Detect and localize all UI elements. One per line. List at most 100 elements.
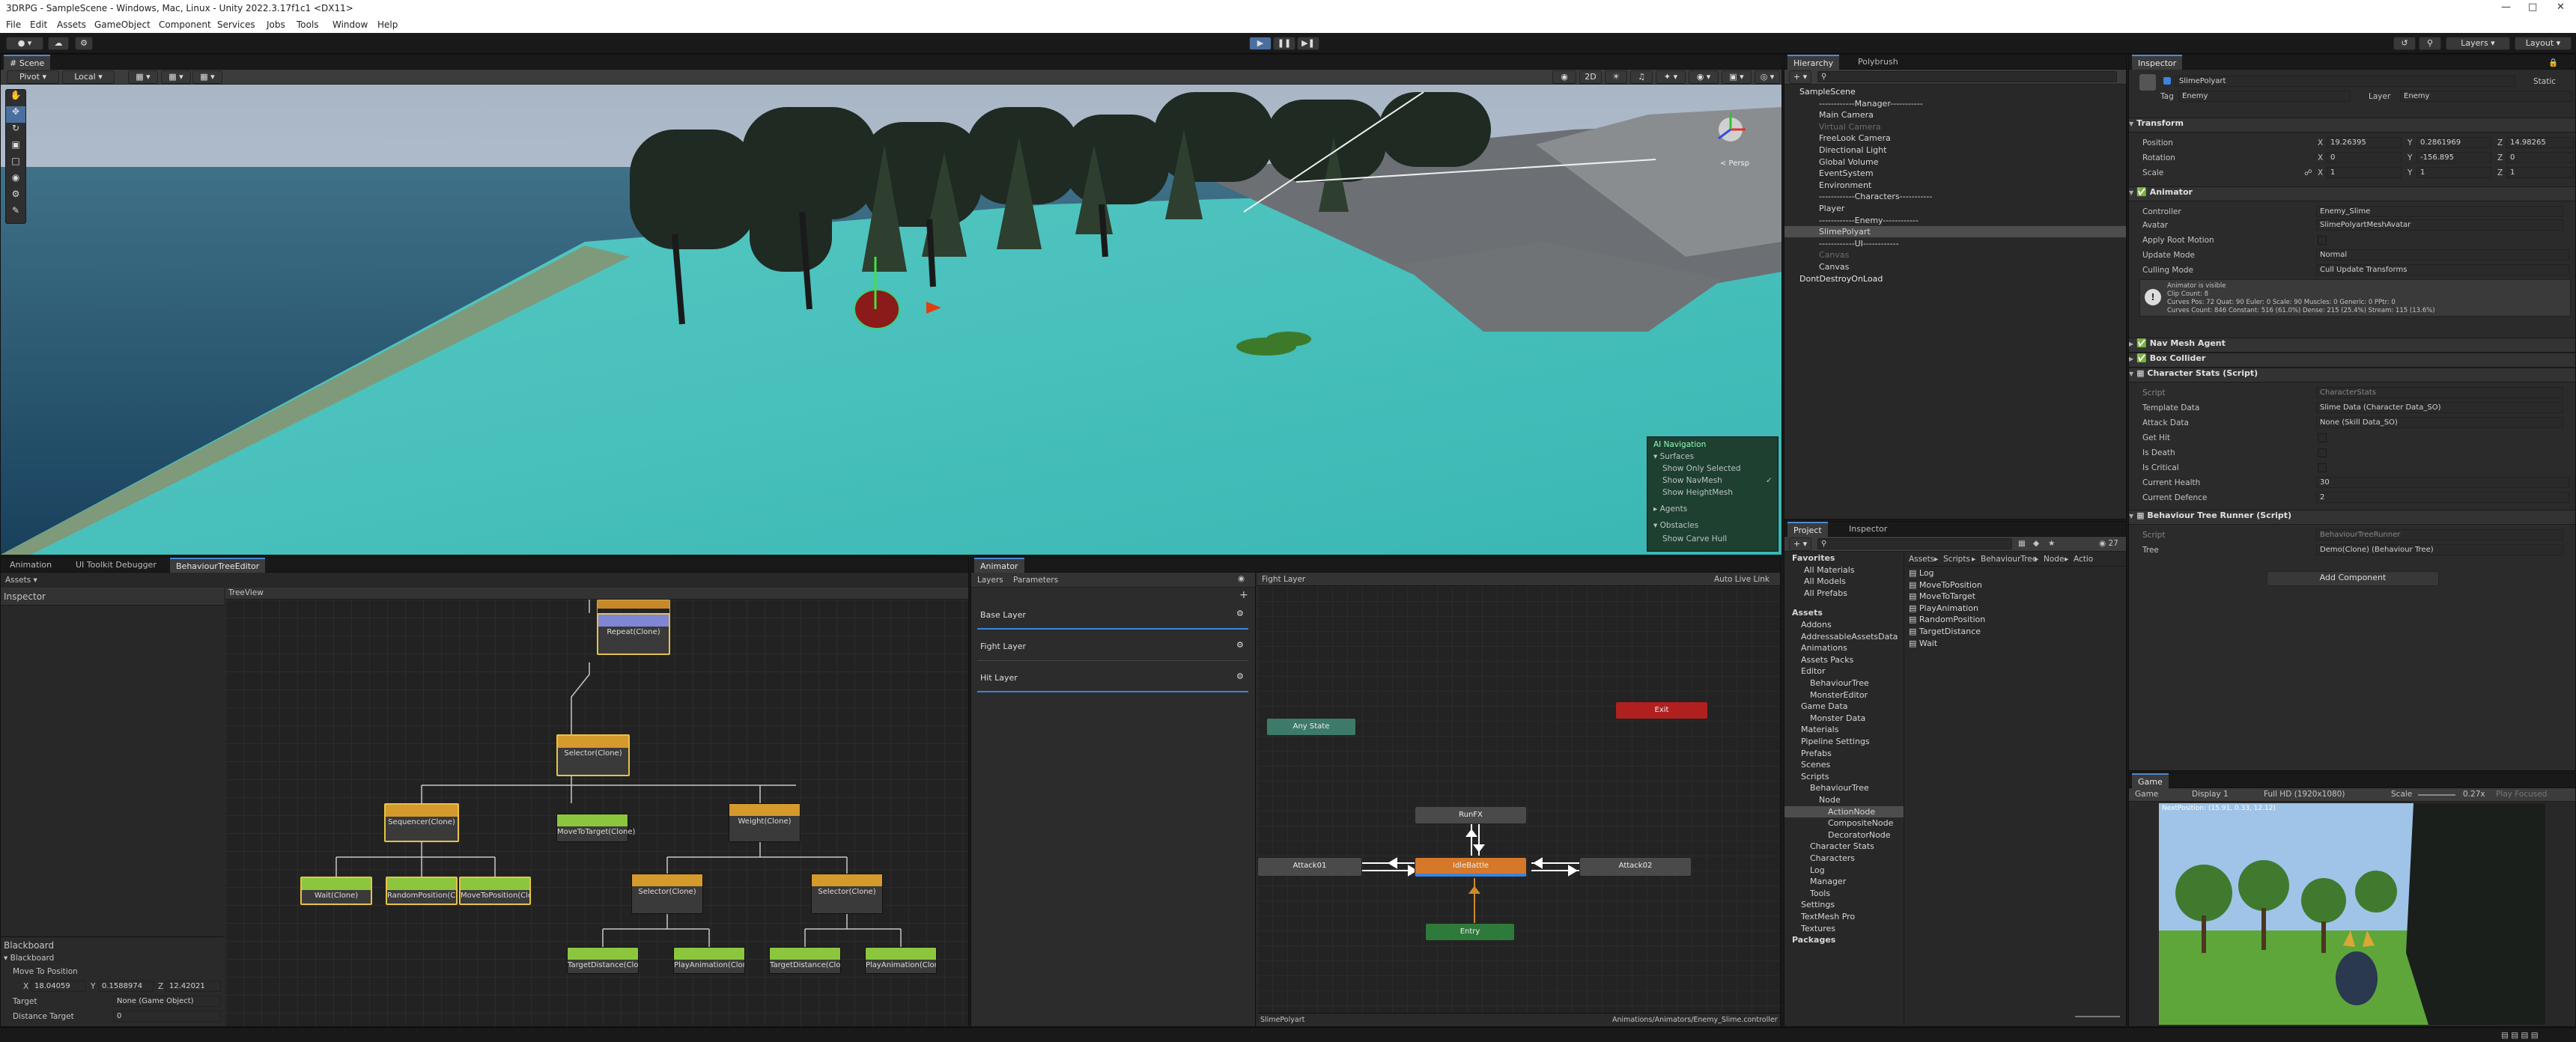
add-component-button[interactable]: Add Component	[2267, 571, 2439, 586]
controller-field[interactable]: Enemy_Slime	[2316, 206, 2563, 217]
get-hit-checkbox[interactable]	[2318, 433, 2327, 442]
nav-mesh-agent-header[interactable]: ▶ ✅ Nav Mesh Agent	[2129, 338, 2575, 353]
bt-node-repeat[interactable]: Repeat(Clone)	[597, 613, 670, 655]
bt-node-playanimation-a[interactable]: PlayAnimation(Clone)	[673, 947, 745, 974]
update-mode-dropdown[interactable]: Normal	[2316, 249, 2569, 260]
project-file[interactable]: ▤ MoveToPosition	[1909, 580, 1982, 590]
pause-button[interactable]: ❚❚	[1273, 37, 1295, 50]
hierarchy-item[interactable]: Player	[1784, 203, 2126, 214]
hierarchy-item[interactable]: DontDestroyOnLoad	[1784, 273, 2126, 284]
maximize-icon[interactable]: □	[2528, 1, 2537, 13]
attack-data-field[interactable]: None (Skill Data_SO)	[2316, 417, 2563, 428]
project-folder[interactable]: BehaviourTree	[1784, 782, 1904, 793]
transform-header[interactable]: ▼ Transform	[2129, 118, 2575, 132]
hand-tool-icon[interactable]: ✋	[6, 90, 25, 106]
project-folder[interactable]: Textures	[1784, 923, 1904, 934]
assets-menu[interactable]: Assets ▾	[5, 576, 37, 585]
position-y-field[interactable]: 0.2861969	[2416, 137, 2491, 148]
template-data-field[interactable]: Slime Data (Character Data_SO)	[2316, 402, 2563, 413]
move-to-z-field[interactable]: 12.42021	[165, 981, 221, 992]
icon-size-slider[interactable]	[2075, 1016, 2120, 1017]
menu-jobs[interactable]: Jobs	[267, 19, 285, 30]
rotation-y-field[interactable]: -156.895	[2416, 152, 2491, 163]
distance-target-field[interactable]: 0	[113, 1011, 221, 1022]
menu-services[interactable]: Services	[217, 19, 255, 30]
step-button[interactable]: ▶❚	[1297, 37, 1319, 50]
tree-field[interactable]: Demo(Clone) (Behaviour Tree)	[2316, 544, 2563, 555]
project-folder[interactable]: Scripts	[1784, 771, 1904, 782]
hierarchy-item[interactable]: Global Volume	[1784, 156, 2126, 168]
project-folder[interactable]: Addons	[1784, 619, 1904, 630]
menu-window[interactable]: Window	[332, 19, 368, 30]
hierarchy-item[interactable]: EventSystem	[1784, 168, 2126, 179]
project-folder[interactable]: Animations	[1784, 642, 1904, 653]
project-folder[interactable]: Materials	[1784, 724, 1904, 735]
transform-tool-icon[interactable]: ◉	[6, 172, 25, 189]
favorite-icon[interactable]: ★	[2048, 539, 2055, 548]
move-to-y-field[interactable]: 0.1588974	[98, 981, 154, 992]
persp-label[interactable]: < Persp	[1720, 159, 1749, 168]
project-folder[interactable]: Settings	[1784, 899, 1904, 910]
project-folder[interactable]: TextMesh Pro	[1784, 911, 1904, 922]
layer-base[interactable]: Base Layer ⚙	[977, 601, 1248, 630]
filter-type-icon[interactable]: ▦	[2018, 539, 2026, 548]
hierarchy-search-input[interactable]: ⚲	[1817, 71, 2117, 82]
scale-y-field[interactable]: 1	[2416, 167, 2491, 178]
tab-animation[interactable]: Animation	[4, 558, 58, 573]
object-name-field[interactable]: SlimePolyart	[2175, 76, 2515, 87]
game-mode-dropdown[interactable]: Game	[2135, 790, 2158, 799]
bt-node-targetdistance-a[interactable]: TargetDistance(Clone)	[567, 947, 639, 974]
hidden-objects-icon[interactable]: ◉ ▾	[1689, 70, 1719, 84]
project-folder[interactable]: Editor	[1784, 665, 1904, 677]
hierarchy-item[interactable]: Canvas	[1784, 261, 2126, 272]
favorite-item[interactable]: All Prefabs	[1804, 588, 1847, 598]
project-file[interactable]: ▤ Log	[1909, 568, 1934, 578]
tab-polybrush[interactable]: Polybrush	[1852, 55, 1904, 70]
current-defence-field[interactable]: 2	[2316, 492, 2569, 503]
close-icon[interactable]: ✕	[2557, 1, 2565, 13]
menu-file[interactable]: File	[6, 19, 21, 30]
state-idle-battle[interactable]: IdleBattle	[1415, 857, 1527, 877]
project-folder[interactable]: ActionNode	[1784, 805, 1904, 817]
account-button[interactable]: ● ▾	[6, 37, 43, 50]
game-viewport[interactable]: NextPosition: (15.91, 0.33, 12.12)	[2159, 803, 2545, 1025]
snap-increment-button[interactable]: ▦ ▾	[161, 70, 191, 84]
audio-icon[interactable]: ♫	[1630, 70, 1653, 84]
create-button[interactable]: + ▾	[1789, 70, 1811, 84]
bt-node-selector-b[interactable]: Selector(Clone)	[811, 874, 883, 914]
grid-snap-button[interactable]: ▦ ▾	[128, 70, 158, 84]
menu-edit[interactable]: Edit	[30, 19, 47, 30]
tab-ui-toolkit-debugger[interactable]: UI Toolkit Debugger	[70, 558, 162, 573]
hierarchy-item[interactable]: Virtual Camera	[1784, 121, 2126, 132]
custom-tool-icon[interactable]: ⚙	[6, 189, 25, 205]
add-layer-button[interactable]: +	[1239, 589, 1248, 601]
project-folder[interactable]: Game Data	[1784, 701, 1904, 712]
obstacles-foldout[interactable]: ▾ Obstacles	[1653, 521, 1698, 530]
project-folder[interactable]: Manager	[1784, 876, 1904, 887]
project-file[interactable]: ▤ PlayAnimation	[1909, 603, 1978, 613]
bt-node-sequencer[interactable]: Sequencer(Clone)	[384, 803, 459, 842]
animator-header[interactable]: ▼ ✅ Animator	[2129, 186, 2575, 201]
rotate-tool-icon[interactable]: ↻	[6, 123, 25, 139]
menu-component[interactable]: Component	[159, 19, 211, 30]
scale-z-field[interactable]: 1	[2506, 167, 2574, 178]
show-navmesh-toggle[interactable]: Show NavMesh	[1662, 476, 1722, 485]
tab-game[interactable]: Game	[2132, 773, 2169, 788]
position-z-field[interactable]: 14.98265	[2506, 137, 2574, 148]
active-checkbox[interactable]	[2163, 77, 2171, 85]
tab-hierarchy[interactable]: Hierarchy	[1787, 55, 1840, 70]
hierarchy-item[interactable]: ------------Manager-----------	[1784, 98, 2126, 109]
gizmos-icon[interactable]: ◎ ▾	[1755, 70, 1780, 84]
menu-gameobject[interactable]: GameObject	[94, 19, 151, 30]
layer-hit[interactable]: Hit Layer ⚙	[977, 664, 1248, 692]
bt-node-movetotarget[interactable]: MoveToTarget(Clone)	[556, 814, 635, 842]
bt-node-top[interactable]	[597, 600, 670, 615]
agents-foldout[interactable]: ▸ Agents	[1653, 505, 1687, 514]
is-critical-checkbox[interactable]	[2318, 463, 2327, 472]
animator-graph[interactable]: Any State Exit RunFX Attack01 IdleBattle…	[1257, 586, 1780, 1013]
project-file[interactable]: ▤ RandomPosition	[1909, 615, 1985, 624]
status-icons[interactable]: ▤ ▤ ▤ ▤	[2501, 1031, 2539, 1040]
layer-dropdown[interactable]: Enemy	[2400, 91, 2572, 102]
hierarchy-item[interactable]: Directional Light	[1784, 144, 2126, 156]
show-heightmesh-toggle[interactable]: Show HeightMesh	[1662, 488, 1733, 497]
